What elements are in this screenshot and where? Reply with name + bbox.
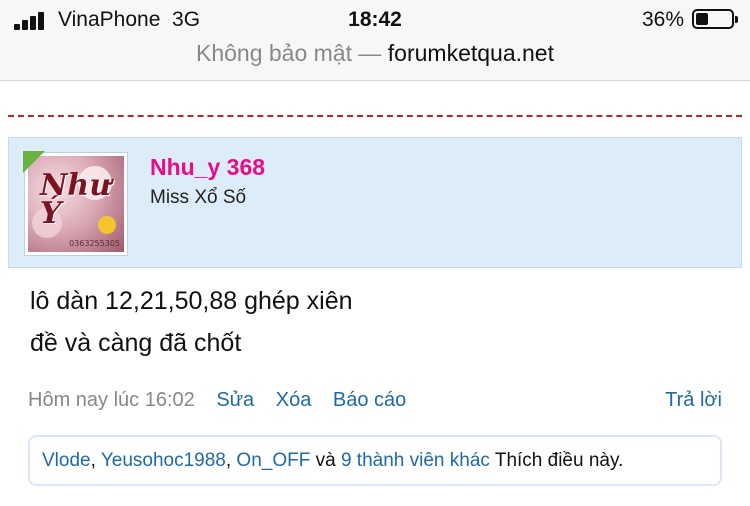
report-link[interactable]: Báo cáo [333, 389, 406, 411]
battery-fill [696, 13, 708, 25]
message-line: đề và càng đã chốt [30, 329, 242, 357]
battery-percent: 36% [641, 8, 684, 31]
reply-link[interactable]: Trả lời [665, 389, 722, 412]
battery-icon [692, 9, 738, 29]
edit-link[interactable]: Sửa [216, 389, 254, 411]
address-bar[interactable]: Không bảo mật — forumketqua.net [0, 30, 750, 81]
liker-link[interactable]: Vlode [42, 450, 91, 471]
post-message: lô dàn 12,21,50,88 ghép xiên đề và càng … [30, 280, 353, 364]
avatar-caption: 0363255305 [69, 239, 120, 248]
likes-suffix: Thích điều này. [489, 450, 624, 471]
avatar[interactable]: Như Ý 0363255305 [23, 151, 128, 256]
delete-link[interactable]: Xóa [276, 389, 312, 411]
likes-summary: Vlode, Yeusohoc1988, On_OFF và 9 thành v… [28, 435, 722, 486]
post-date[interactable]: Hôm nay lúc 16:02 [28, 389, 195, 411]
post-divider [8, 115, 742, 117]
author-username[interactable]: Nhu_y 368 [150, 154, 265, 181]
liker-link[interactable]: On_OFF [236, 450, 310, 471]
url-host: forumketqua.net [387, 40, 554, 66]
liker-link[interactable]: Yeusohoc1988 [101, 450, 226, 471]
online-indicator-icon [23, 151, 45, 173]
security-label: Không bảo mật — [195, 40, 382, 66]
post-meta: Hôm nay lúc 16:02 Sửa Xóa Báo cáo Trả lờ… [28, 389, 722, 412]
avatar-text: Như Ý [40, 168, 112, 231]
post-author-block: Như Ý 0363255305 Nhu_y 368 Miss Xổ Số [8, 137, 742, 268]
status-time: 18:42 [348, 8, 402, 31]
other-likers-link[interactable]: 9 thành viên khác [341, 450, 490, 471]
author-title: Miss Xổ Số [150, 187, 247, 208]
message-line: lô dàn 12,21,50,88 ghép xiên [30, 287, 353, 315]
